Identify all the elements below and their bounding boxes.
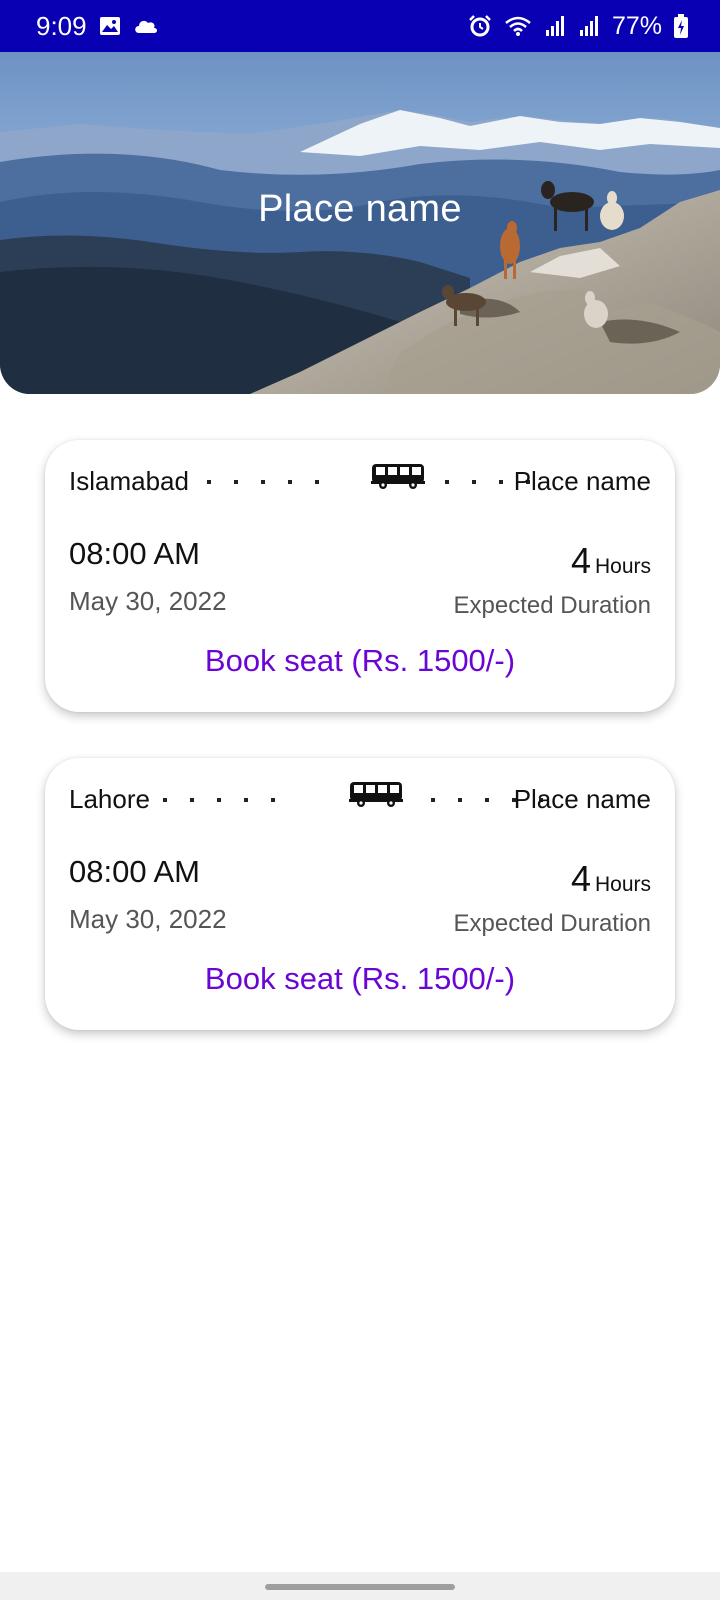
departure-time: 08:00 AM (69, 854, 200, 889)
hero-title: Place name (258, 188, 462, 230)
duration: 4 Hours (571, 858, 651, 900)
route-dots-left (163, 798, 275, 802)
signal-icon-2 (578, 15, 600, 37)
duration-label: Expected Duration (453, 592, 651, 619)
status-left: 9:09 (36, 11, 159, 42)
status-bar: 9:09 77% (0, 0, 720, 52)
route-origin: Lahore (69, 784, 150, 814)
book-seat-button[interactable]: Book seat (Rs. 1500/-) (45, 643, 675, 679)
home-gesture-handle[interactable] (265, 1584, 455, 1590)
trip-card[interactable]: Islamabad Place name 08:00 AM May 30, 20… (45, 440, 675, 712)
duration-unit: Hours (594, 555, 651, 578)
bus-icon (371, 462, 425, 495)
duration-value: 4 (570, 540, 591, 581)
route-origin: Islamabad (69, 466, 189, 496)
battery-percent: 77% (611, 11, 662, 40)
wifi-icon (504, 15, 532, 37)
image-icon (99, 16, 121, 36)
trip-route: Lahore Place name (69, 780, 651, 820)
duration-unit: Hours (594, 873, 651, 896)
status-time: 9:09 (36, 10, 87, 41)
route-destination: Place name (513, 466, 651, 496)
trip-card[interactable]: Lahore Place name 08:00 AM May 30, 2022 … (45, 758, 675, 1030)
status-right: 77% (468, 12, 688, 41)
navigation-bar (0, 1572, 720, 1600)
departure-time: 08:00 AM (69, 536, 200, 571)
departure-date: May 30, 2022 (69, 904, 227, 934)
cloud-icon (133, 18, 159, 34)
duration-label: Expected Duration (453, 910, 651, 937)
battery-icon (674, 14, 688, 38)
hero-banner: Place name (0, 52, 720, 394)
route-destination: Place name (513, 784, 651, 814)
book-seat-button[interactable]: Book seat (Rs. 1500/-) (45, 961, 675, 997)
bus-icon (349, 780, 403, 813)
signal-icon (544, 15, 566, 37)
route-dots-left (207, 480, 319, 484)
duration-value: 4 (570, 858, 591, 899)
trip-route: Islamabad Place name (69, 462, 651, 502)
alarm-icon (468, 14, 492, 38)
duration: 4 Hours (571, 540, 651, 582)
departure-date: May 30, 2022 (69, 586, 227, 616)
